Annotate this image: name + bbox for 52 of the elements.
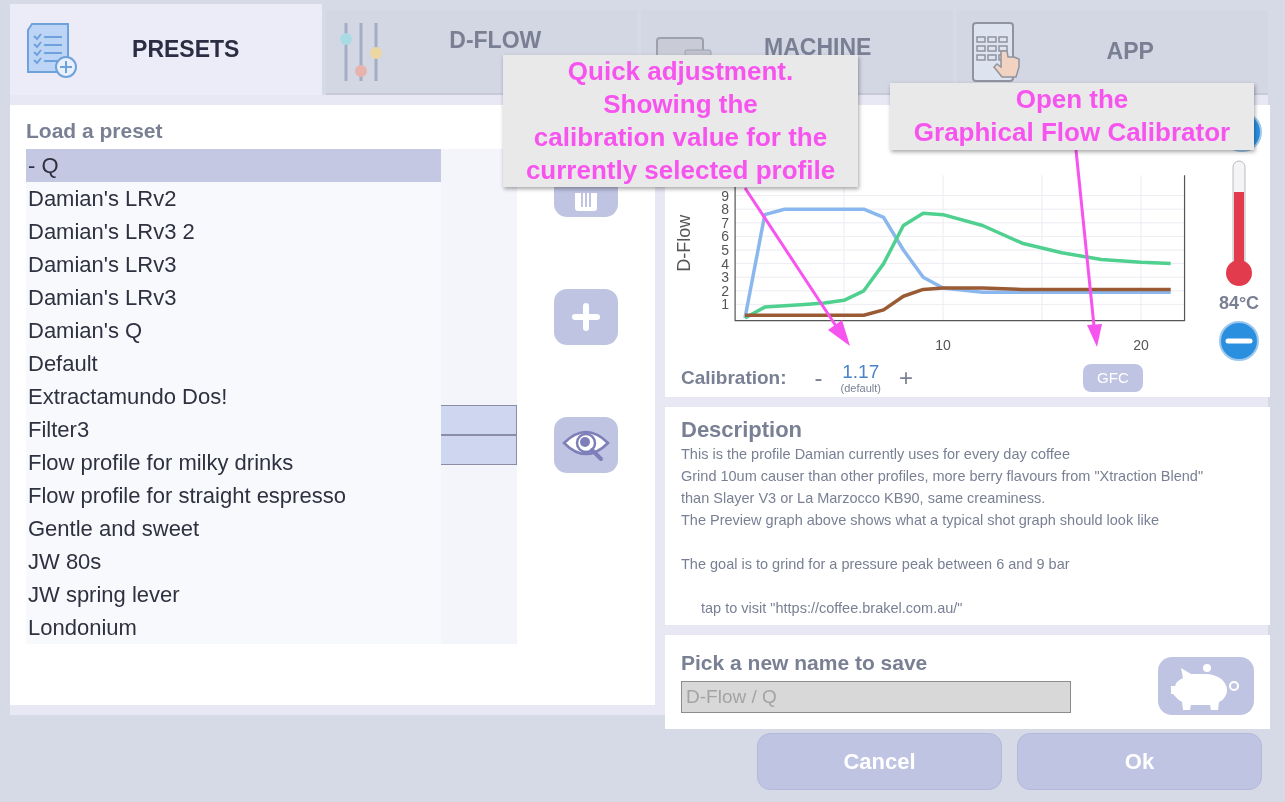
tab[interactable]: PRESETS — [10, 4, 322, 95]
preset-item[interactable]: Londonium — [26, 611, 441, 644]
default-note: (default) — [840, 381, 881, 394]
tick-label: 5 — [721, 242, 729, 258]
preset-item[interactable]: JW spring lever — [26, 578, 441, 611]
trash-icon — [575, 193, 597, 211]
tick-label: 20 — [1133, 337, 1149, 353]
preset-item[interactable]: Gentle and sweet — [26, 512, 441, 545]
preset-item[interactable]: Damian's LRv3 2 — [26, 215, 441, 248]
preset-item[interactable]: Default — [26, 347, 441, 380]
description-title: Description — [681, 417, 804, 443]
tablet-touch-icon — [970, 20, 1023, 83]
description-text: This is the profile Damian currently uses for every day coffee — [681, 445, 1071, 464]
thermometer-icon — [1224, 159, 1254, 289]
axis-label: D-Flow — [674, 214, 694, 272]
minus-icon[interactable] — [1218, 320, 1260, 362]
annotation-tooltip: Quick adjustment. Showing the calibration value for the currently selected profile — [503, 55, 858, 187]
preset-item[interactable]: Extractamundo Dos! — [26, 380, 441, 413]
preset-item[interactable]: - Q — [26, 149, 441, 182]
preset-item[interactable]: Damian's LRv3 — [26, 281, 441, 314]
tick-label: 10 — [935, 337, 951, 353]
calibration-value: 1.17 — [842, 361, 880, 382]
scroll-thumb[interactable] — [441, 405, 517, 465]
preset-item[interactable]: Flow profile for straight espresso — [26, 479, 441, 512]
preset-item[interactable]: Damian's LRv3 — [26, 248, 441, 281]
increase-button[interactable]: + — [894, 363, 917, 392]
tick-label: 9 — [721, 187, 729, 204]
annotation-tooltip: Open the Graphical Flow Calibrator — [890, 83, 1254, 150]
tick-label: 4 — [721, 255, 729, 272]
preview-button[interactable] — [554, 417, 618, 473]
save-title: Pick a new name to save — [681, 651, 928, 675]
tick-label: 1 — [721, 296, 729, 313]
description-text: Grind 10um causer than other profiles, more berry flavours from "Xtraction Blend" — [681, 467, 1205, 486]
description-text: The goal is to grind for a pressure peak between 6 and 9 bar — [681, 555, 1071, 574]
tick-label: 6 — [721, 228, 729, 245]
panel-title: Load a preset — [26, 119, 163, 143]
sliders-icon — [339, 20, 384, 83]
decrease-button[interactable]: - — [810, 363, 827, 392]
preset-item[interactable]: JW 80s — [26, 545, 441, 578]
website-link[interactable]: tap to visit "https://coffee.brakel.com.au/" — [701, 597, 963, 619]
calibration-label: Calibration: — [681, 366, 787, 389]
description-text: The Preview graph above shows what a typical shot graph should look like — [681, 511, 1160, 530]
temperature-reading: 84°C — [1218, 293, 1260, 314]
plus-icon — [572, 303, 600, 331]
preset-item[interactable]: Damian's Q — [26, 314, 441, 347]
preset-item[interactable]: Damian's LRv2 — [26, 182, 441, 215]
preset-item[interactable]: Flow profile for milky drinks — [26, 446, 441, 479]
add-button[interactable] — [554, 289, 618, 345]
save-button[interactable] — [1158, 657, 1254, 715]
coffee-machine-icon — [655, 35, 713, 58]
description-text: than Slayer V3 or La Marzocco KB90, same creaminess. — [681, 489, 1047, 508]
preset-item[interactable]: Filter3 — [26, 413, 441, 446]
